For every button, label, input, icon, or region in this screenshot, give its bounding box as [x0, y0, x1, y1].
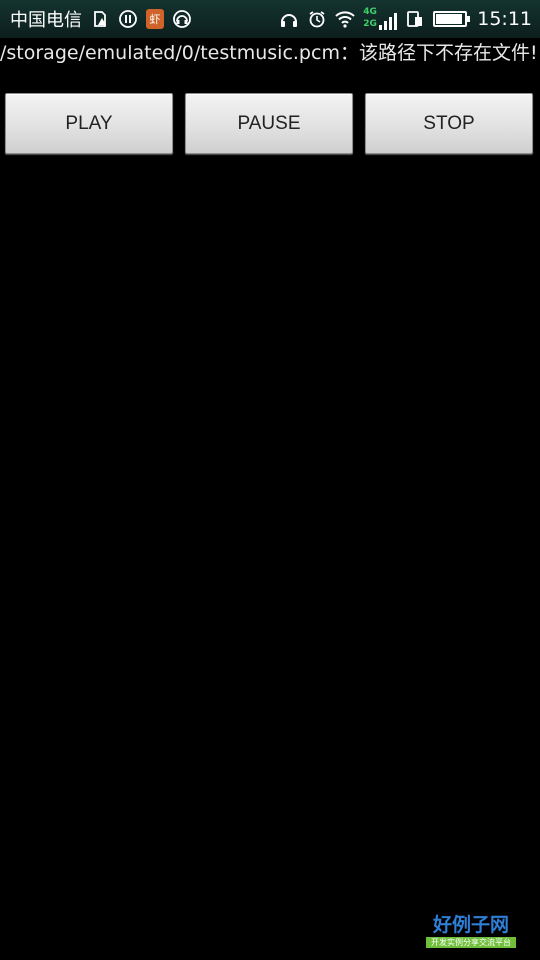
pause-button[interactable]: PAUSE	[185, 93, 353, 154]
status-bar: 中国电信 虾 4G 2G 15:11	[0, 0, 540, 38]
carrier-name: 中国电信	[10, 10, 82, 31]
data-transfer-icon	[405, 9, 425, 29]
battery-icon	[433, 11, 471, 27]
network-signal-icon: 4G 2G	[363, 4, 398, 34]
sim-warning-icon	[90, 9, 110, 29]
network-type-primary: 4G	[363, 7, 377, 17]
playback-controls: PLAY PAUSE STOP	[5, 93, 535, 155]
battery-fill	[436, 14, 462, 24]
file-missing-message: /storage/emulated/0/testmusic.pcm：该路径下不存…	[0, 42, 538, 64]
status-clock: 15:11	[477, 8, 532, 30]
status-right-group: 4G 2G 15:11	[279, 0, 532, 38]
signal-bars	[379, 13, 398, 30]
app-badge-icon: 虾	[146, 9, 164, 29]
headphones-icon	[279, 9, 299, 29]
headset-app-icon	[172, 9, 192, 29]
stop-button[interactable]: STOP	[365, 93, 533, 154]
notification-icon	[118, 9, 138, 29]
alarm-icon	[307, 9, 327, 29]
wifi-icon	[335, 9, 355, 29]
network-type-secondary: 2G	[363, 19, 377, 29]
play-button[interactable]: PLAY	[5, 93, 173, 154]
watermark-title: 好例子网	[432, 914, 509, 936]
site-watermark: 好例子网 开发实例分享交流平台	[426, 914, 516, 948]
app-screen: 中国电信 虾 4G 2G 15:11 /storage/emulated/0/t…	[0, 0, 540, 960]
status-left-group: 中国电信 虾	[10, 0, 192, 38]
watermark-subtitle: 开发实例分享交流平台	[426, 937, 516, 948]
